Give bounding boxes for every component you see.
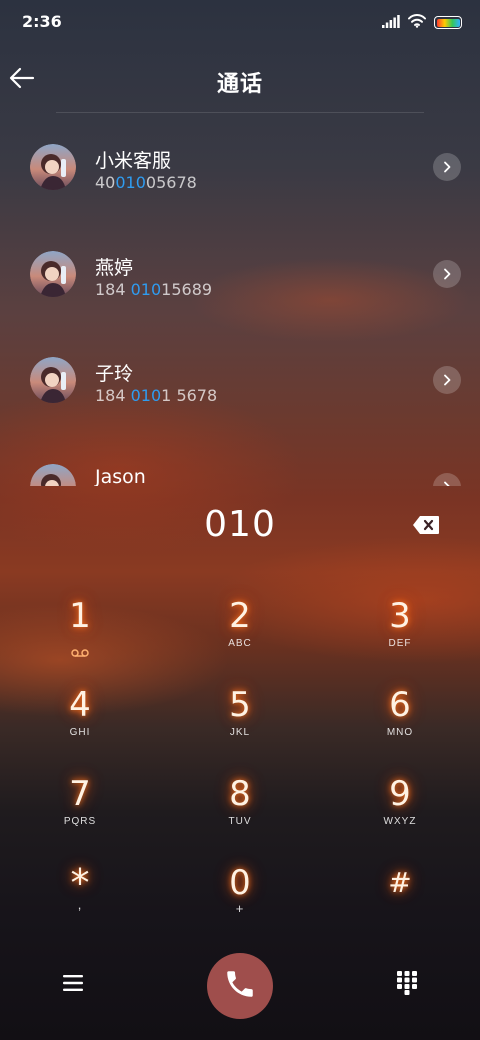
chevron-right-icon	[442, 158, 452, 177]
key-digit: 1	[69, 596, 91, 636]
call-button[interactable]	[207, 953, 273, 1019]
battery-fill	[436, 18, 460, 27]
key-digit: 6	[389, 685, 411, 725]
chevron-right-icon	[442, 265, 452, 284]
header: 通话	[0, 58, 480, 102]
number-match: 010	[115, 173, 146, 192]
backspace-icon	[412, 515, 440, 539]
number-prefix: 184	[95, 386, 131, 405]
key-digit: 4	[69, 685, 91, 725]
key-3[interactable]: 3 DEF	[340, 596, 460, 680]
number-suffix: 15689	[161, 280, 213, 299]
voicemail-icon	[71, 642, 89, 661]
dialed-number: 010	[204, 504, 276, 545]
key-letters: TUV	[228, 816, 252, 827]
page-title: 通话	[216, 72, 263, 97]
signal-icon	[382, 13, 400, 32]
key-5[interactable]: 5 JKL	[180, 685, 300, 769]
number-suffix: 1 5678	[161, 386, 218, 405]
contact-number: 184 01015689	[95, 280, 212, 299]
number-match: 010	[130, 386, 162, 405]
key-digit: 8	[229, 774, 251, 814]
key-letters: JKL	[229, 727, 251, 738]
key-8[interactable]: 8 TUV	[180, 774, 300, 858]
contact-name: Jason	[95, 466, 146, 486]
contact-detail-button[interactable]	[433, 473, 461, 486]
key-4[interactable]: 4 GHI	[20, 685, 140, 769]
key-digit: 2	[229, 596, 251, 636]
key-digit: 0	[229, 863, 251, 903]
contact-row[interactable]: Jason	[0, 434, 480, 486]
battery-icon	[434, 16, 462, 29]
number-prefix: 184	[95, 280, 131, 299]
key-letters: WXYZ	[383, 816, 417, 827]
key-digit: 5	[229, 685, 251, 725]
contact-avatar[interactable]	[30, 144, 76, 190]
key-letters: MNO	[386, 727, 414, 738]
key-digit: #	[388, 866, 412, 899]
contact-avatar[interactable]	[30, 251, 76, 297]
delete-button[interactable]	[410, 515, 442, 539]
chevron-right-icon	[442, 371, 452, 390]
chevron-right-icon	[442, 478, 452, 486]
key-letters: GHI	[69, 727, 91, 738]
menu-button[interactable]	[58, 970, 88, 1000]
key-digit: 7	[69, 774, 91, 814]
key-letters: DEF	[388, 638, 412, 649]
key-hash[interactable]: #	[340, 863, 460, 947]
number-suffix: 05678	[145, 173, 197, 192]
dialpad-icon	[397, 971, 417, 999]
menu-icon	[63, 975, 83, 995]
key-digit: 3	[389, 596, 411, 636]
status-icons	[382, 13, 462, 32]
phone-icon	[223, 967, 257, 1005]
key-letters: ABC	[228, 638, 252, 649]
contact-avatar[interactable]	[30, 464, 76, 486]
key-letters: ,	[77, 897, 83, 912]
contact-name: 子玲	[95, 363, 134, 385]
key-2[interactable]: 2 ABC	[180, 596, 300, 680]
key-letters: +	[235, 901, 245, 916]
contact-detail-button[interactable]	[433, 366, 461, 394]
wifi-icon	[408, 13, 426, 32]
key-1[interactable]: 1	[20, 596, 140, 680]
contact-name: 燕婷	[95, 257, 134, 279]
key-6[interactable]: 6 MNO	[340, 685, 460, 769]
contact-avatar[interactable]	[30, 357, 76, 403]
contact-number: 4001005678	[95, 173, 197, 192]
key-letters: PQRS	[63, 816, 97, 827]
contact-number: 184 0101 5678	[95, 386, 217, 405]
key-7[interactable]: 7 PQRS	[20, 774, 140, 858]
contact-detail-button[interactable]	[433, 153, 461, 181]
key-digit: 9	[389, 774, 411, 814]
contact-row[interactable]: 子玲 184 0101 5678	[0, 327, 480, 427]
number-match: 010	[130, 280, 162, 299]
status-time: 2:36	[22, 12, 62, 31]
contact-row[interactable]: 小米客服 4001005678	[0, 114, 480, 214]
key-0[interactable]: 0 +	[180, 863, 300, 947]
key-9[interactable]: 9 WXYZ	[340, 774, 460, 858]
key-star[interactable]: * ,	[20, 863, 140, 947]
contact-detail-button[interactable]	[433, 260, 461, 288]
contact-row[interactable]: 燕婷 184 01015689	[0, 221, 480, 321]
header-divider	[56, 112, 424, 113]
contact-results-list[interactable]: 小米客服 4001005678 燕婷 184 01015689 子玲 184 0…	[0, 114, 480, 486]
contact-name: 小米客服	[95, 150, 172, 172]
keypad-toggle-button[interactable]	[392, 970, 422, 1000]
status-bar: 2:36	[0, 0, 480, 44]
number-prefix: 40	[95, 173, 116, 192]
